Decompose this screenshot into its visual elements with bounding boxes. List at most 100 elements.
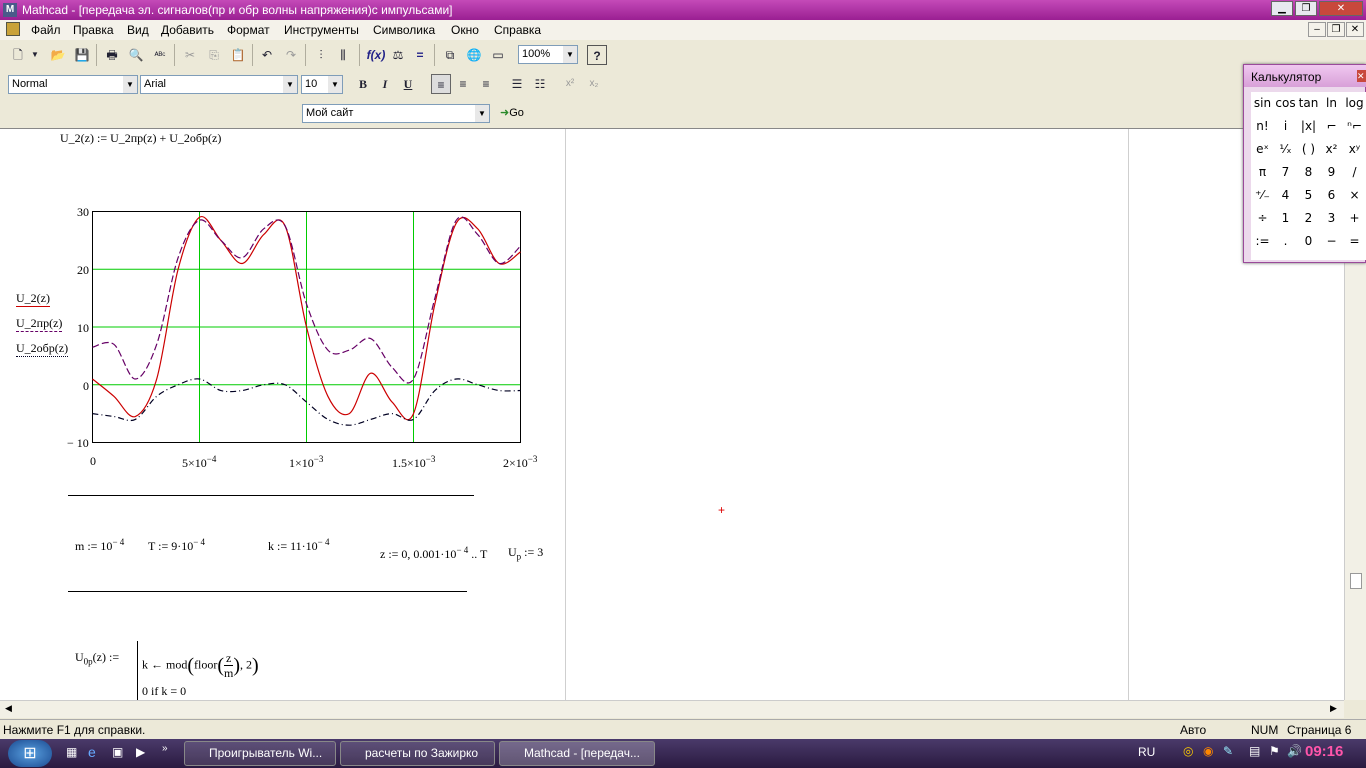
calculator-key[interactable]: 7 [1274,161,1297,184]
save-icon[interactable]: 💾 [72,45,92,65]
scroll-left-icon[interactable]: ◀ [5,703,12,714]
calculator-key[interactable]: / [1343,161,1366,184]
print-icon[interactable]: 🖶 [102,45,122,65]
calculator-title[interactable]: Калькулятор [1244,65,1366,87]
calculator-key[interactable]: ¹⁄ₓ [1274,138,1297,161]
align-down-icon[interactable]: ⫼ [333,45,353,65]
calculator-key[interactable]: n! [1251,115,1274,138]
tray-network-icon[interactable]: ▤ [1249,744,1260,758]
mathcad-app-icon[interactable]: M [3,3,17,17]
mdi-close-button[interactable]: ✕ [1346,22,1364,37]
tray-flag-icon[interactable]: ⚑ [1269,744,1280,758]
font-select[interactable]: Arial ▼ [140,75,298,94]
numbering-icon[interactable]: ☷ [530,74,550,94]
go-button[interactable]: ➜Go [500,106,524,119]
language-indicator[interactable]: RU [1138,745,1155,759]
chevron-down-icon[interactable]: ▼ [123,76,137,93]
calculator-key[interactable]: . [1274,230,1297,253]
calculator-key[interactable]: := [1251,230,1274,253]
align-across-icon[interactable]: ⫶ [311,45,331,65]
font-size-select[interactable]: 10 ▼ [301,75,343,94]
calculator-key[interactable]: ÷ [1251,207,1274,230]
chevron-down-icon[interactable]: ▼ [475,105,489,122]
align-left-icon[interactable]: ≡ [431,74,451,94]
calculator-key[interactable]: + [1343,207,1366,230]
start-button[interactable]: ⊞ [8,740,52,767]
calculator-key[interactable]: 9 [1320,161,1343,184]
volume-icon[interactable]: 🔊 [1287,744,1302,758]
close-button[interactable]: ✕ [1319,1,1363,16]
web-address-select[interactable]: Мой сайт ▼ [302,104,490,123]
menu-format[interactable]: Формат [227,23,270,37]
calculator-key[interactable]: |x| [1297,115,1320,138]
task-document[interactable]: расчеты по Зажирко [340,741,495,766]
align-right-icon[interactable]: ≡ [476,74,496,94]
media-player-icon[interactable]: ▶ [136,745,145,759]
calculator-key[interactable]: ( ) [1297,138,1320,161]
equation-m[interactable]: m := 10− 4 [75,537,124,554]
legend-u2obr[interactable]: U_2обр(z) [16,341,69,357]
menu-window[interactable]: Окно [451,23,479,37]
task-mathcad[interactable]: Mathcad - [передач... [499,741,655,766]
subscript-icon[interactable]: x₂ [584,74,604,94]
spell-check-icon[interactable]: ᴬᴮᶜ [150,45,170,65]
maximize-button[interactable]: ❐ [1295,1,1317,16]
quick-launch-more-icon[interactable]: » [162,743,168,754]
calculator-key[interactable]: 5 [1297,184,1320,207]
calculator-key[interactable]: 2 [1297,207,1320,230]
equation-up[interactable]: Up := 3 [508,545,543,561]
calculator-key[interactable]: i [1274,115,1297,138]
zoom-select[interactable]: 100% ▼ [518,45,578,64]
menu-help[interactable]: Справка [494,23,541,37]
menu-symbolics[interactable]: Символика [373,23,435,37]
chevron-down-icon[interactable]: ▼ [283,76,297,93]
calculator-close-icon[interactable]: ✕ [1357,70,1366,82]
calculator-key[interactable]: xʸ [1343,138,1366,161]
calculator-key[interactable]: − [1320,230,1343,253]
quick-launch-desktop-icon[interactable]: ▦ [66,745,77,759]
calculator-key[interactable]: tan [1297,92,1320,115]
tray-browser-icon[interactable]: ◉ [1203,744,1213,758]
cut-icon[interactable]: ✂ [180,45,200,65]
equation-u2[interactable]: U_2(z) := U_2пр(z) + U_2обр(z) [60,131,221,146]
align-center-icon[interactable]: ≡ [453,74,473,94]
equation-k[interactable]: k := 11·10− 4 [268,537,329,554]
chevron-down-icon[interactable]: ▼ [563,46,577,63]
calculator-key[interactable]: 0 [1297,230,1320,253]
bold-button[interactable]: B [353,74,373,94]
equation-u0p[interactable]: U0p(z) := [75,650,119,666]
math-toolbar-icon[interactable]: ▭ [488,45,508,65]
help-icon[interactable]: ? [587,45,607,65]
calculator-key[interactable]: ⌐ [1320,115,1343,138]
explorer-icon[interactable]: ▣ [112,745,123,759]
scroll-thumb[interactable] [1350,573,1362,589]
program-line-2[interactable]: 0 if k = 0 [142,684,186,699]
scroll-right-icon[interactable]: ▶ [1330,703,1337,714]
undo-icon[interactable]: ↶ [257,45,277,65]
menu-file[interactable]: Файл [31,23,61,37]
style-select[interactable]: Normal ▼ [8,75,138,94]
mdi-minimize-button[interactable]: – [1308,22,1326,37]
equation-T[interactable]: T := 9·10− 4 [148,537,205,554]
calculator-palette[interactable]: Калькулятор ✕ sin cos tan ln log n! i |x| ⌐ ⁿ⌐ eˣ ¹… [1243,64,1366,263]
calculator-key[interactable]: cos [1274,92,1297,115]
calculator-key[interactable]: log [1343,92,1366,115]
resource-center-icon[interactable]: 🌐 [464,45,484,65]
open-icon[interactable]: 📂 [48,45,68,65]
redo-icon[interactable]: ↷ [281,45,301,65]
calculator-key[interactable]: sin [1251,92,1274,115]
calculator-key[interactable]: ⁿ⌐ [1343,115,1366,138]
minimize-button[interactable]: ▁ [1271,1,1293,16]
calculator-key[interactable]: 4 [1274,184,1297,207]
mdi-restore-button[interactable]: ❐ [1327,22,1345,37]
menu-tools[interactable]: Инструменты [284,23,359,37]
equation-z-range[interactable]: z := 0, 0.001·10− 4 .. T [380,545,487,562]
worksheet[interactable]: U_2(z) := U_2пр(z) + U_2обр(z) U_2(z) U_… [0,128,1344,701]
menu-edit[interactable]: Правка [73,23,114,37]
calculate-icon[interactable]: = [410,45,430,65]
calculator-key[interactable]: 8 [1297,161,1320,184]
calculator-key[interactable]: ⁺⁄₋ [1251,184,1274,207]
calculator-key[interactable]: 1 [1274,207,1297,230]
program-line-1[interactable]: k ← mod(floor(z m), 2) [142,651,259,680]
calculator-key[interactable]: x² [1320,138,1343,161]
